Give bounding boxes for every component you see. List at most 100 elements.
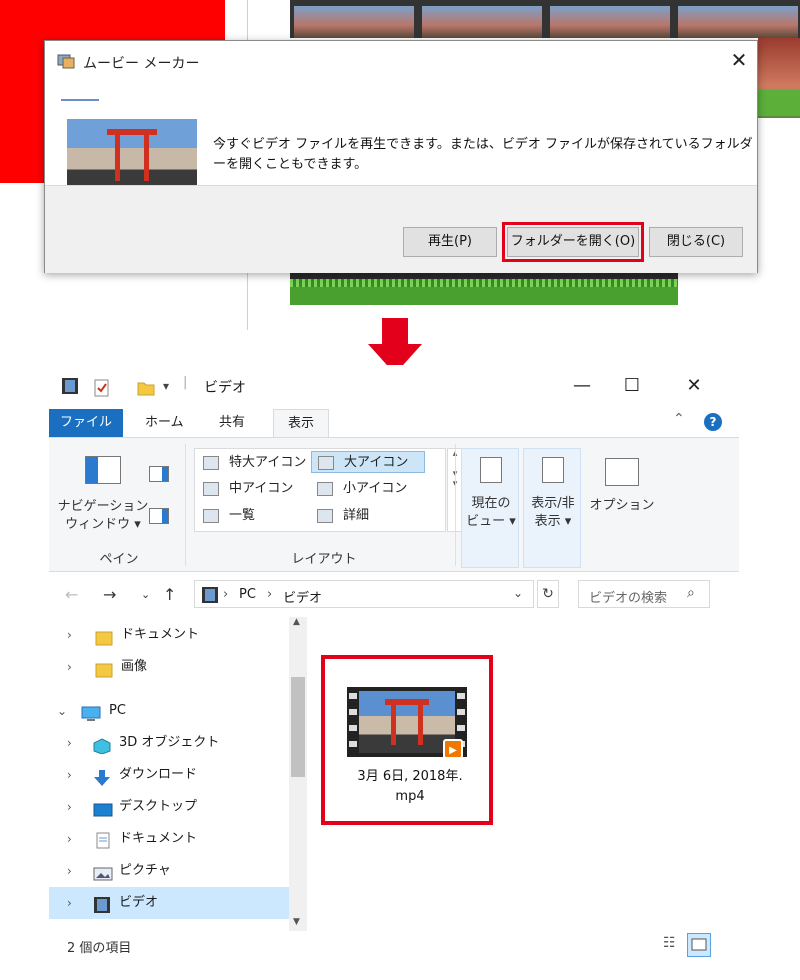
file-name: 3月 6日, 2018年. mp4 (357, 769, 463, 804)
chevron-down-icon[interactable]: ⌄ (57, 695, 67, 727)
ribbon-divider (455, 444, 456, 566)
layout-label: 小アイコン (343, 481, 408, 496)
layout-extra-large-icons[interactable]: 特大アイコン (197, 452, 309, 474)
breadcrumb-videos[interactable]: ビデオ (283, 587, 322, 606)
chevron-right-icon[interactable]: › (67, 619, 72, 651)
close-button[interactable]: 閉じる(C) (649, 227, 743, 257)
tree-item-desktop[interactable]: › デスクトップ (49, 791, 289, 823)
search-input[interactable]: ビデオの検索 ⌕ (578, 580, 710, 608)
forward-icon[interactable]: → (103, 585, 116, 604)
current-view-button[interactable]: 現在の ビュー ▾ (461, 448, 519, 568)
video-folder-icon (93, 895, 111, 913)
layout-medium-icons[interactable]: 中アイコン (197, 478, 309, 500)
play-icon: ▶ (443, 739, 463, 759)
ribbon: ナビゲーション ウィンドウ ▾ ペイン 特大アイコン 大アイコン 中アイコン 小… (49, 437, 739, 572)
customize-toolbar-icon[interactable]: ▾ (163, 379, 169, 393)
close-button[interactable]: ✕ (679, 375, 709, 396)
file-item-video[interactable]: ▶ 3月 6日, 2018年. mp4 (321, 655, 493, 825)
tab-file[interactable]: ファイル (49, 409, 123, 437)
tree-label: ビデオ (119, 895, 159, 910)
audio-waveform (758, 90, 800, 116)
tree-item-videos[interactable]: › ビデオ (49, 887, 289, 919)
minimize-button[interactable]: — (567, 375, 597, 396)
refresh-icon[interactable]: ↻ (537, 580, 559, 608)
navigation-pane-icon[interactable] (85, 456, 121, 484)
tree-label: 3D オブジェクト (119, 735, 220, 750)
computer-icon (81, 703, 101, 721)
address-dropdown-icon[interactable]: ⌄ (513, 586, 523, 600)
tree-item-pc[interactable]: ⌄ PC (49, 695, 289, 727)
tree-label: ドキュメント (119, 831, 198, 846)
movie-maker-dialog: ムービー メーカー ✕ 今すぐビデオ ファイルを再生できます。または、ビデオ フ… (44, 40, 758, 273)
layout-label: 詳細 (343, 508, 370, 523)
tree-item-documents[interactable]: › ドキュメント (49, 823, 289, 855)
details-icon (317, 509, 333, 523)
extra-large-icons-icon (203, 456, 219, 470)
chevron-right-icon[interactable]: › (67, 887, 72, 919)
tree-item-pictures[interactable]: › ピクチャ (49, 855, 289, 887)
chevron-right-icon[interactable]: › (67, 791, 72, 823)
open-folder-button[interactable]: フォルダーを開く(O) (502, 222, 644, 262)
pictures-icon (93, 863, 113, 881)
chevron-right-icon[interactable]: › (67, 651, 72, 683)
show-hide-button[interactable]: 表示/非 表示 ▾ (523, 448, 581, 568)
large-icons-view-icon[interactable] (687, 933, 711, 957)
recent-locations-icon[interactable]: ⌄ (141, 588, 150, 601)
chevron-right-icon[interactable]: › (67, 855, 72, 887)
breadcrumb-pc[interactable]: PC (239, 587, 256, 602)
preview-pane-icon[interactable] (149, 466, 169, 482)
help-icon[interactable]: ? (704, 413, 722, 431)
folder-icon (95, 659, 113, 678)
layout-label: 中アイコン (229, 481, 294, 496)
close-icon[interactable]: ✕ (727, 49, 751, 73)
scrollbar-thumb[interactable] (291, 677, 305, 777)
layout-small-icons[interactable]: 小アイコン (311, 478, 425, 500)
maximize-button[interactable]: ☐ (617, 375, 647, 396)
group-label-pane: ペイン (99, 552, 139, 567)
tab-view[interactable]: 表示 (273, 409, 330, 437)
video-thumbnail (67, 119, 197, 191)
layout-label: 一覧 (229, 508, 256, 523)
search-placeholder: ビデオの検索 (589, 591, 668, 606)
dialog-message: 今すぐビデオ ファイルを再生できます。または、ビデオ ファイルが保存されているフ… (213, 137, 753, 172)
details-pane-icon[interactable] (149, 508, 169, 524)
window-title: ビデオ (204, 380, 246, 396)
tree-item-pictures-quick[interactable]: › 画像 (49, 651, 289, 683)
tree-item-downloads[interactable]: › ダウンロード (49, 759, 289, 791)
new-folder-icon[interactable] (137, 379, 155, 397)
options-icon[interactable] (605, 458, 639, 486)
chevron-right-icon[interactable]: › (67, 759, 72, 791)
tab-share[interactable]: 共有 (205, 409, 259, 437)
list-icon (203, 509, 219, 523)
breadcrumb-separator: › (223, 587, 229, 602)
options-button[interactable]: オプション (589, 494, 655, 513)
tab-home[interactable]: ホーム (131, 409, 198, 437)
title-bar: ▾ | ビデオ — ☐ ✕ (49, 365, 739, 405)
chevron-right-icon[interactable]: › (67, 823, 72, 855)
scroll-up-icon[interactable]: ▲ (293, 617, 300, 627)
navigation-scrollbar[interactable]: ▲ ▼ (289, 617, 307, 931)
tree-item-3d-objects[interactable]: › 3D オブジェクト (49, 727, 289, 759)
small-icons-icon (317, 482, 333, 496)
medium-icons-icon (203, 482, 219, 496)
tree-label: ピクチャ (119, 863, 171, 878)
folder-icon (95, 627, 113, 646)
details-view-icon[interactable]: ☷ (663, 935, 683, 955)
navigation-pane-button[interactable]: ナビゲーション ウィンドウ ▾ (53, 498, 153, 534)
play-button[interactable]: 再生(P) (403, 227, 497, 257)
up-icon[interactable]: ↑ (163, 585, 176, 604)
large-icons-icon (318, 456, 334, 470)
layout-list[interactable]: 一覧 (197, 505, 309, 527)
chevron-right-icon[interactable]: › (67, 727, 72, 759)
status-bar: 2 個の項目 ☷ (49, 931, 739, 961)
tree-label: 画像 (121, 659, 148, 674)
layout-details[interactable]: 詳細 (311, 505, 425, 527)
movie-maker-icon (57, 53, 75, 69)
collapse-ribbon-icon[interactable]: ⌃ (673, 411, 685, 427)
scroll-down-icon[interactable]: ▼ (293, 917, 300, 927)
layout-large-icons[interactable]: 大アイコン (311, 451, 425, 473)
back-icon[interactable]: ← (65, 585, 78, 604)
address-bar[interactable]: › PC › ビデオ ⌄ (194, 580, 534, 608)
tree-item-documents-quick[interactable]: › ドキュメント (49, 619, 289, 651)
properties-icon[interactable] (93, 379, 111, 397)
